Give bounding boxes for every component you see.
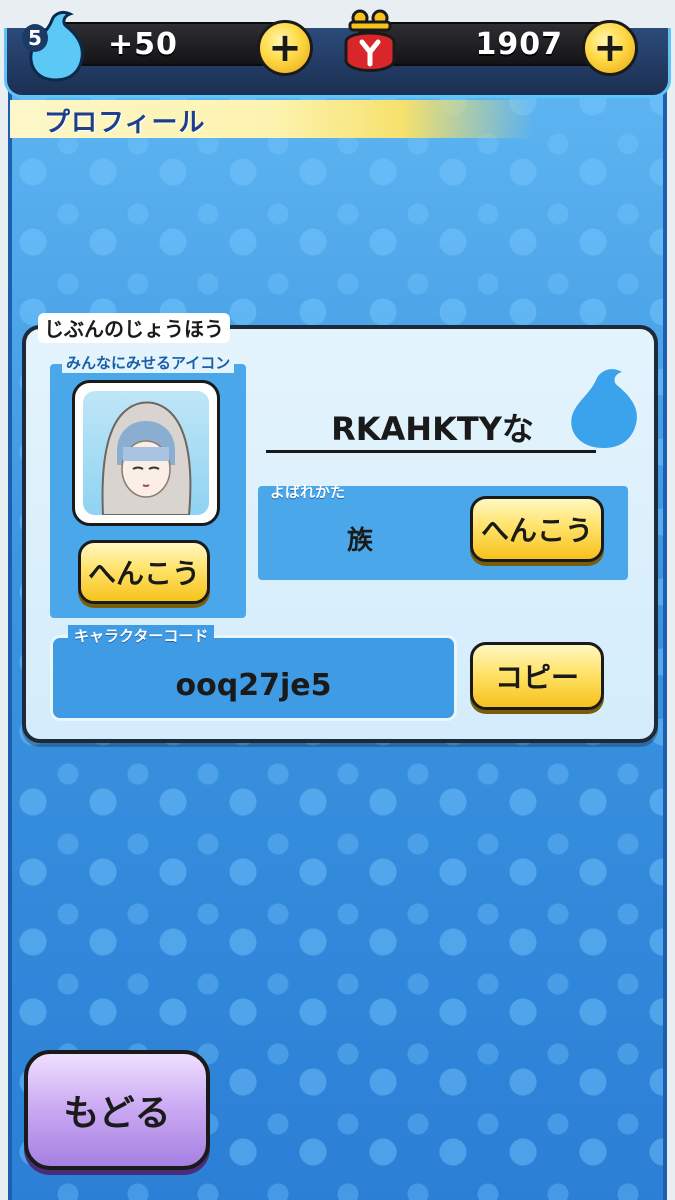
spirit-drop-icon: [571, 369, 637, 448]
page-title: プロフィール: [44, 108, 206, 138]
title-value: 族: [346, 526, 373, 556]
name-underline: [266, 450, 596, 453]
stamina-value: +50: [108, 27, 178, 62]
money-value: 1907: [475, 27, 563, 62]
change-title-button[interactable]: へんこう: [470, 496, 604, 562]
add-stamina-button[interactable]: +: [257, 20, 313, 76]
change-icon-button[interactable]: へんこう: [78, 540, 210, 604]
character-code-value: ooq27je5: [175, 668, 332, 703]
coin-purse-icon: [344, 9, 396, 72]
icon-section-label: みんなにみせるアイコン: [62, 352, 235, 373]
top-status-bar: +50 1907 5 + +: [0, 0, 675, 100]
character-portrait-icon: [101, 401, 192, 515]
player-name: RKAHKTYな: [331, 410, 534, 448]
avatar-image: [83, 391, 209, 515]
orb-count: 5: [22, 24, 48, 52]
title-section-label: よばれかた: [270, 483, 346, 501]
back-button[interactable]: もどる: [24, 1050, 210, 1170]
profile-section-label: じぶんのじょうほう: [38, 313, 230, 343]
add-money-button[interactable]: +: [582, 20, 638, 76]
avatar: [72, 380, 220, 526]
character-code-label: キャラクターコード: [68, 625, 215, 646]
copy-code-button[interactable]: コピー: [470, 642, 604, 710]
